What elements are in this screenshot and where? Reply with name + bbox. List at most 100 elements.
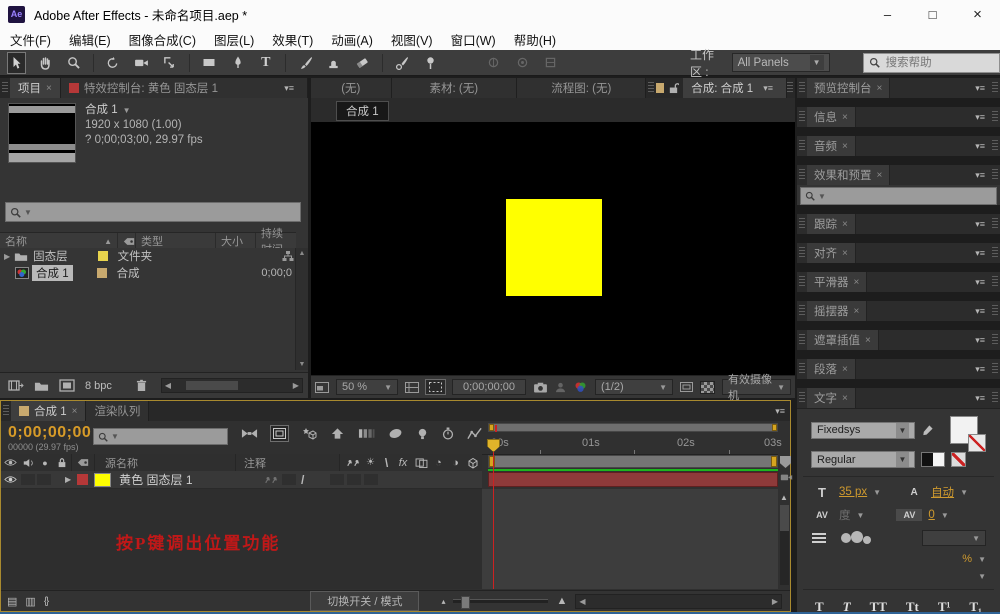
panel-gripper[interactable]: [992, 392, 998, 404]
in-out-columns-icon[interactable]: { }: [44, 596, 47, 607]
close-tab-icon[interactable]: ×: [865, 335, 871, 346]
shy-icon[interactable]: [344, 459, 362, 467]
tab-mask-interpolation[interactable]: 遮罩插值×: [807, 330, 879, 350]
lock-open-icon[interactable]: [668, 82, 679, 94]
scroll-up-icon[interactable]: ▲: [296, 248, 308, 259]
viewer-timecode[interactable]: 0;00;00;00: [452, 379, 526, 395]
menu-view[interactable]: 视图(V): [391, 30, 433, 49]
panel-menu-icon[interactable]: ▾≡: [970, 301, 990, 321]
panel-gripper[interactable]: [799, 363, 805, 375]
chevron-down-icon[interactable]: ▼: [873, 488, 881, 497]
tab-paragraph[interactable]: 段落×: [807, 359, 856, 379]
panel-gripper[interactable]: [799, 276, 805, 288]
panel-gripper[interactable]: [799, 140, 805, 152]
close-tab-icon[interactable]: ×: [72, 406, 78, 417]
layer-solid-swatch[interactable]: [94, 473, 111, 487]
zoom-out-mountain-icon[interactable]: ▴: [441, 597, 445, 606]
scroll-right-icon[interactable]: ▶: [769, 597, 781, 606]
close-tab-icon[interactable]: ×: [877, 170, 883, 181]
panel-menu-icon[interactable]: ▾≡: [770, 401, 790, 421]
timeline-zoom-slider[interactable]: [453, 599, 548, 603]
panel-gripper[interactable]: [992, 334, 998, 346]
close-tab-icon[interactable]: ×: [842, 364, 848, 375]
column-size[interactable]: 大小: [216, 233, 256, 249]
scale-percent-value[interactable]: %: [962, 553, 972, 565]
eyedropper-icon[interactable]: [921, 424, 934, 437]
panel-menu-icon[interactable]: ▾≡: [970, 107, 990, 127]
scroll-up-icon[interactable]: ▲: [780, 493, 788, 502]
panel-gripper[interactable]: [992, 218, 998, 230]
camera-view-select[interactable]: 有效摄像机 ▼: [722, 379, 791, 395]
item-name-selected[interactable]: 合成 1: [32, 265, 73, 281]
tab-effect-controls[interactable]: 特效控制台: 黄色 固态层 1 ▾≡: [61, 78, 308, 98]
leading-value[interactable]: 自动: [931, 484, 954, 500]
view-layout-icon[interactable]: [315, 382, 329, 393]
close-tab-icon[interactable]: ×: [46, 83, 52, 94]
effects-search-input[interactable]: [829, 189, 992, 203]
work-area-start-handle[interactable]: [489, 456, 495, 467]
collapse-transformations-icon[interactable]: ☀: [362, 457, 379, 468]
tab-composition-viewer[interactable]: 合成: 合成 1 ▾≡: [683, 78, 787, 98]
cube-toggle-box[interactable]: [364, 474, 378, 485]
draft-3d-icon[interactable]: [271, 426, 288, 441]
expand-layers-icon[interactable]: ▤: [7, 595, 17, 608]
pan-behind-tool[interactable]: [161, 53, 178, 73]
new-folder-icon[interactable]: [34, 380, 49, 392]
font-size-value[interactable]: 35 px: [839, 486, 867, 498]
stopwatch-icon[interactable]: [442, 427, 454, 440]
cube-3d-icon[interactable]: [464, 457, 482, 469]
disclosure-icon[interactable]: ▶: [65, 475, 71, 484]
close-tab-icon[interactable]: ×: [842, 112, 848, 123]
adjustment-toggle-box[interactable]: [347, 474, 361, 485]
tab-audio[interactable]: 音频×: [807, 136, 856, 156]
scroll-left-icon[interactable]: ◀: [576, 597, 588, 606]
auto-keyframe-icon[interactable]: [416, 427, 429, 440]
audio-speaker-icon[interactable]: [19, 458, 37, 468]
menu-window[interactable]: 窗口(W): [451, 30, 496, 49]
minimize-button[interactable]: –: [865, 0, 910, 28]
font-family-select[interactable]: Fixedsys ▼: [811, 422, 915, 439]
panel-gripper[interactable]: [799, 82, 805, 94]
scrollbar-thumb[interactable]: [780, 505, 789, 531]
work-area-end-handle[interactable]: [771, 456, 777, 467]
panel-gripper[interactable]: [799, 169, 805, 181]
expand-columns-icon[interactable]: ▥: [25, 595, 35, 608]
brainstorm-icon[interactable]: [388, 427, 403, 440]
toggle-switches-modes-button[interactable]: 切换开关 / 模式: [310, 591, 419, 611]
camera-icon[interactable]: [780, 472, 793, 482]
zoom-slider-handle[interactable]: [461, 596, 470, 609]
no-fill-swatch[interactable]: [951, 452, 966, 467]
zoom-tool[interactable]: [64, 53, 81, 73]
chevron-down-icon[interactable]: ▼: [941, 511, 949, 520]
table-row[interactable]: 合成 1 合成 0;00;0: [0, 265, 308, 281]
layer-row[interactable]: ▶ 黄色 固态层 1 \: [1, 471, 482, 489]
panel-gripper[interactable]: [992, 305, 998, 317]
panel-gripper[interactable]: [2, 82, 8, 94]
menu-animation[interactable]: 动画(A): [331, 30, 373, 49]
layer-visibility-eye-icon[interactable]: [1, 475, 19, 484]
panel-menu-icon[interactable]: ▾≡: [970, 243, 990, 263]
panel-menu-icon[interactable]: ▾≡: [970, 136, 990, 156]
layer-duration-bar[interactable]: [488, 472, 778, 487]
timeline-search-input[interactable]: [122, 430, 223, 444]
new-composition-icon[interactable]: [59, 379, 75, 392]
work-area-bar[interactable]: [488, 455, 778, 468]
column-source-name[interactable]: 源名称: [95, 455, 235, 471]
workspace-select[interactable]: All Panels ▼: [732, 53, 830, 72]
panel-menu-icon[interactable]: ▾≡: [970, 359, 990, 379]
composition-canvas[interactable]: [311, 122, 795, 375]
panel-gripper[interactable]: [799, 305, 805, 317]
video-eye-icon[interactable]: [1, 458, 19, 467]
panel-menu-icon[interactable]: ▾≡: [970, 165, 990, 185]
adjustment-layer-icon[interactable]: ◑: [447, 457, 464, 469]
tab-align[interactable]: 对齐×: [807, 243, 856, 263]
close-tab-icon[interactable]: ×: [842, 393, 848, 404]
effects-search[interactable]: ▼: [800, 187, 997, 205]
quality-icon[interactable]: \: [379, 456, 394, 470]
timeline-hscrollbar[interactable]: ◀ ▶: [575, 594, 782, 609]
frame-blending-icon[interactable]: [330, 427, 345, 440]
tab-smoother[interactable]: 平滑器×: [807, 272, 867, 292]
panel-menu-icon[interactable]: ▾≡: [970, 214, 990, 234]
rectangle-tool[interactable]: [201, 53, 218, 73]
yellow-solid-layer[interactable]: [506, 199, 602, 296]
